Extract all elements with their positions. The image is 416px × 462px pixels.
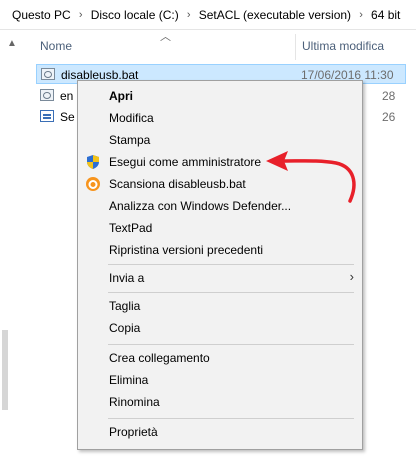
menu-separator bbox=[108, 292, 354, 293]
menu-item-elimina[interactable]: Elimina bbox=[78, 369, 362, 391]
menu-item-label: Ripristina versioni precedenti bbox=[109, 243, 264, 257]
batch-file-icon bbox=[41, 68, 55, 80]
avast-icon bbox=[86, 177, 100, 191]
chevron-right-icon[interactable]: › bbox=[355, 9, 367, 21]
menu-item-modifica[interactable]: Modifica bbox=[78, 107, 362, 129]
menu-item-label: Proprietà bbox=[109, 425, 158, 439]
column-header-row: ︿ Nome Ultima modifica bbox=[22, 30, 416, 60]
menu-item-label: Rinomina bbox=[109, 395, 160, 409]
menu-separator bbox=[108, 264, 354, 265]
menu-item-proprieta[interactable]: Proprietà bbox=[78, 421, 362, 443]
menu-item-ripristina-versioni[interactable]: Ripristina versioni precedenti bbox=[78, 239, 362, 261]
column-divider[interactable] bbox=[295, 34, 296, 60]
menu-item-copia[interactable]: Copia bbox=[78, 317, 362, 339]
uac-shield-icon bbox=[87, 155, 99, 169]
context-menu: Apri Modifica Stampa Esegui come amminis… bbox=[77, 80, 363, 450]
submenu-arrow-icon: › bbox=[349, 269, 354, 284]
breadcrumb-64-bit[interactable]: 64 bit bbox=[369, 8, 402, 22]
menu-item-label: Taglia bbox=[109, 299, 141, 313]
menu-item-label: Stampa bbox=[109, 133, 151, 147]
breadcrumb-questo-pc[interactable]: Questo PC bbox=[10, 8, 73, 22]
menu-separator bbox=[108, 418, 354, 419]
menu-item-crea-collegamento[interactable]: Crea collegamento bbox=[78, 347, 362, 369]
menu-separator bbox=[108, 344, 354, 345]
navigation-scrollbar-thumb[interactable] bbox=[2, 330, 8, 410]
annotation-arrow-icon bbox=[266, 151, 356, 203]
file-date: 26 bbox=[382, 110, 396, 124]
menu-item-label: Apri bbox=[109, 89, 133, 103]
chevron-right-icon[interactable]: › bbox=[75, 9, 87, 21]
vertical-scrollbar[interactable] bbox=[408, 60, 416, 462]
sort-up-icon: ︿ bbox=[160, 31, 171, 43]
breadcrumb-setacl[interactable]: SetACL (executable version) bbox=[197, 8, 353, 22]
file-date: 28 bbox=[382, 89, 396, 103]
column-header-name[interactable]: Nome bbox=[40, 39, 72, 53]
menu-item-textpad[interactable]: TextPad bbox=[78, 217, 362, 239]
menu-item-label: Invia a bbox=[109, 271, 145, 285]
menu-item-label: Elimina bbox=[109, 373, 149, 387]
menu-item-label: TextPad bbox=[109, 221, 153, 235]
navigation-pane: ▲ bbox=[0, 30, 22, 462]
file-name: en bbox=[60, 89, 74, 103]
menu-item-label: Copia bbox=[109, 321, 141, 335]
column-header-modified[interactable]: Ultima modifica bbox=[302, 39, 384, 53]
file-name: Se bbox=[60, 110, 75, 124]
menu-item-label: Modifica bbox=[109, 111, 154, 125]
menu-item-label: Esegui come amministratore bbox=[109, 155, 262, 169]
menu-item-apri[interactable]: Apri bbox=[78, 85, 362, 107]
menu-item-invia-a[interactable]: Invia a › bbox=[78, 267, 362, 289]
menu-item-rinomina[interactable]: Rinomina bbox=[78, 391, 362, 413]
breadcrumb-disco-locale[interactable]: Disco locale (C:) bbox=[89, 8, 181, 22]
chevron-right-icon[interactable]: › bbox=[183, 9, 195, 21]
executable-icon bbox=[40, 110, 54, 122]
menu-item-label: Crea collegamento bbox=[109, 351, 210, 365]
menu-item-taglia[interactable]: Taglia bbox=[78, 295, 362, 317]
batch-file-icon bbox=[40, 89, 54, 101]
menu-item-label: Scansiona disableusb.bat bbox=[109, 177, 246, 191]
address-breadcrumb: Questo PC › Disco locale (C:) › SetACL (… bbox=[0, 0, 416, 30]
scroll-up-icon[interactable]: ▲ bbox=[7, 38, 17, 49]
